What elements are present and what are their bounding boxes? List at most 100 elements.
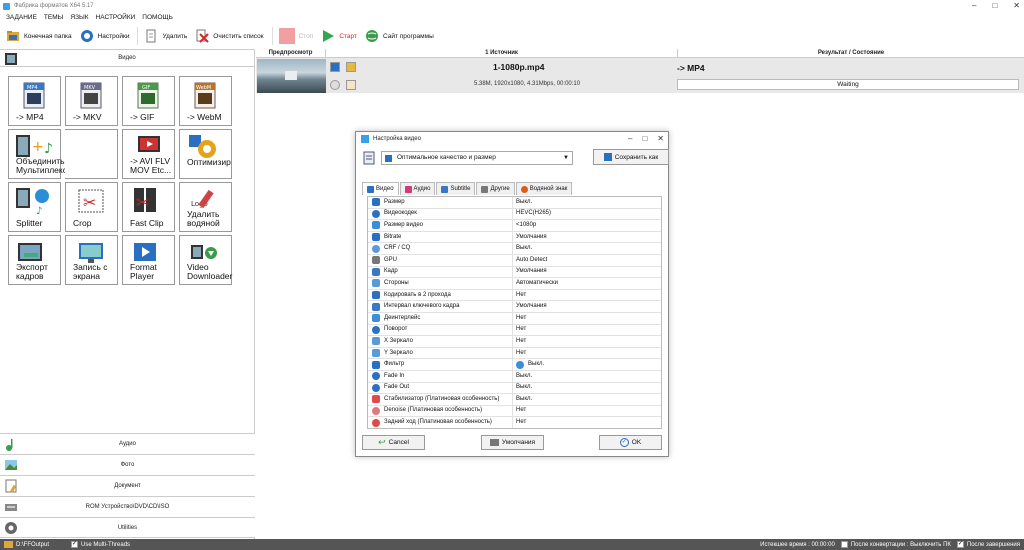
category-rom-dvd[interactable]: ROM Устройство\DVD\CD\ISO <box>0 496 255 517</box>
checkmark-icon: ✓ <box>619 438 629 447</box>
defaults-button[interactable]: Умолчания <box>481 435 544 450</box>
param-row[interactable]: Видеокодек HEVC(H265) <box>368 208 661 221</box>
param-row[interactable]: Размер видео <1080p <box>368 220 661 232</box>
frame-rate-icon <box>372 267 380 276</box>
param-row[interactable]: Поворот Нет <box>368 324 661 337</box>
tile-mkv[interactable]: MKV -> MKV <box>65 76 118 126</box>
dialog-maximize-icon[interactable]: □ <box>642 134 647 143</box>
after-convert-checkbox[interactable] <box>840 541 848 548</box>
col-source[interactable]: 1 Источник <box>326 49 678 57</box>
clip-icon[interactable] <box>346 80 356 90</box>
menu-themes[interactable]: ТЕМЫ <box>44 14 63 21</box>
tile-gif[interactable]: GIF -> GIF <box>122 76 175 126</box>
start-button[interactable]: Старт <box>321 27 357 45</box>
delete-button[interactable]: Удалить <box>144 27 187 45</box>
clear-list-button[interactable]: Очистить список <box>195 27 264 45</box>
svg-text:+: + <box>32 139 44 155</box>
tile-mp4[interactable]: MP4 -> MP4 <box>8 76 61 126</box>
settings-button[interactable]: Настройки <box>80 27 129 45</box>
param-row[interactable]: CRF / CQ Выкл. <box>368 243 661 255</box>
category-audio[interactable]: Аудио <box>0 433 255 454</box>
folder-icon <box>6 29 20 43</box>
param-row[interactable]: Fade In Выкл. <box>368 370 661 383</box>
after-finish-checkbox[interactable] <box>956 540 964 548</box>
output-path[interactable]: D:\FFOutput <box>16 542 49 548</box>
menu-settings[interactable]: НАСТРОЙКИ <box>96 14 136 21</box>
back-arrow-icon: ↩ <box>378 437 386 447</box>
ok-button[interactable]: ✓ OK <box>599 435 662 450</box>
param-row[interactable]: Fade Out Выкл. <box>368 382 661 395</box>
app-icon <box>3 2 10 10</box>
dialog-close-icon[interactable]: ✕ <box>657 134 664 143</box>
codec-icon <box>372 209 380 218</box>
tab-subtitle[interactable]: Subtitle <box>436 182 476 195</box>
svg-text:✂: ✂ <box>83 193 96 212</box>
fast-clip-icon: ✂ <box>128 186 168 216</box>
param-row[interactable]: Кадр Умолчания <box>368 266 661 279</box>
tile-splitter[interactable]: ♪ Splitter <box>8 182 61 232</box>
tab-video[interactable]: Видео <box>362 182 399 195</box>
param-row[interactable]: Denoise (Платиновая особенность) Нет <box>368 405 661 418</box>
tile-screen-record[interactable]: Запись с экрана <box>65 235 118 285</box>
deinterlace-icon <box>372 314 380 323</box>
website-button[interactable]: Сайт программы <box>365 27 434 45</box>
tile-remove-watermark[interactable]: Logo Удалить водяной <box>179 182 232 232</box>
tab-other[interactable]: Другие <box>476 182 515 195</box>
param-row[interactable]: Интервал ключевого кадра Умолчания <box>368 301 661 313</box>
menu-task[interactable]: ЗАДАНИЕ <box>6 14 37 21</box>
menu-language[interactable]: ЯЗЫК <box>70 14 88 21</box>
task-row[interactable]: 1-1080p.mp4 5.38M, 1920x1080, 4.31Mbps, … <box>256 58 1024 93</box>
category-document[interactable]: Документ <box>0 475 255 496</box>
audio-tab-icon <box>404 185 412 193</box>
dialog-app-icon <box>361 135 369 143</box>
tile-webm[interactable]: WebM -> WebM <box>179 76 232 126</box>
param-row[interactable]: Задний ход (Платиновая особенность) Нет <box>368 417 661 428</box>
param-row[interactable]: Bitrate Умолчания <box>368 231 661 244</box>
size-icon <box>372 198 380 207</box>
tile-avi-flv-mov[interactable]: -> AVI FLV MOV Etc... <box>122 129 175 179</box>
param-row[interactable]: GPU Auto Detect <box>368 254 661 267</box>
stop-button[interactable]: Стоп <box>278 27 313 45</box>
tab-audio[interactable]: Аудио <box>399 182 436 195</box>
preset-dropdown[interactable]: Оптимальное качество и размер ▼ <box>381 151 573 165</box>
maximize-icon[interactable]: □ <box>992 1 997 11</box>
param-row[interactable]: X Зеркало Нет <box>368 336 661 348</box>
col-preview[interactable]: Предпросмотр <box>256 49 326 57</box>
category-utilities[interactable]: Utilities <box>0 517 255 538</box>
other-tab-icon <box>481 185 489 193</box>
tab-watermark[interactable]: Водяной знак <box>515 182 573 195</box>
param-row[interactable]: Y Зеркало Нет <box>368 347 661 360</box>
param-row[interactable]: Кодировать в 2 прохода Нет <box>368 289 661 302</box>
param-row[interactable]: Размер Выкл. <box>368 197 661 209</box>
tile-fast-clip[interactable]: ✂ Fast Clip <box>122 182 175 232</box>
menu-help[interactable]: ПОМОЩЬ <box>142 14 173 21</box>
settings-small-icon[interactable] <box>330 80 340 90</box>
col-result[interactable]: Результат / Состояние <box>678 49 1024 57</box>
tile-video-downloader[interactable]: Video Downloader <box>179 235 232 285</box>
param-row[interactable]: Деинтерлейс Нет <box>368 312 661 325</box>
multithreads-checkbox[interactable] <box>71 540 79 548</box>
category-video[interactable]: Видео <box>0 49 254 67</box>
info-icon[interactable] <box>330 62 340 72</box>
svg-text:♪: ♪ <box>36 206 42 216</box>
dialog-minimize-icon[interactable]: – <box>628 134 632 143</box>
tile-export-frames[interactable]: Экспорт кадров <box>8 235 61 285</box>
close-icon[interactable]: ✕ <box>1013 1 1020 11</box>
open-folder-icon[interactable] <box>346 62 356 72</box>
category-photo[interactable]: Фото <box>0 454 255 475</box>
param-row[interactable]: Фильтр Выкл. <box>368 359 661 371</box>
tile-crop[interactable]: ✂ Crop <box>65 182 118 232</box>
save-as-button[interactable]: Сохранить как <box>593 149 669 165</box>
output-folder-button[interactable]: Конечная папка <box>6 27 72 45</box>
watermark-tab-icon <box>520 185 528 193</box>
param-row[interactable]: Стабилизатор (Платиновая особенность) Вык… <box>368 394 661 406</box>
tile-join-video[interactable]: + ♪ Объединить видео & Мультиплексор <box>8 129 99 179</box>
svg-text:GIF: GIF <box>142 85 150 91</box>
tile-optimize[interactable]: Оптимизиро <box>179 129 232 179</box>
output-folder-icon[interactable] <box>4 541 13 548</box>
minimize-icon[interactable]: – <box>972 1 976 11</box>
param-row[interactable]: Стороны Автоматически <box>368 278 661 290</box>
menu-bar: ЗАДАНИЕ ТЕМЫ ЯЗЫК НАСТРОЙКИ ПОМОЩЬ <box>0 12 1024 23</box>
tile-format-player[interactable]: Format Player <box>122 235 175 285</box>
cancel-button[interactable]: ↩ Cancel <box>362 435 425 450</box>
